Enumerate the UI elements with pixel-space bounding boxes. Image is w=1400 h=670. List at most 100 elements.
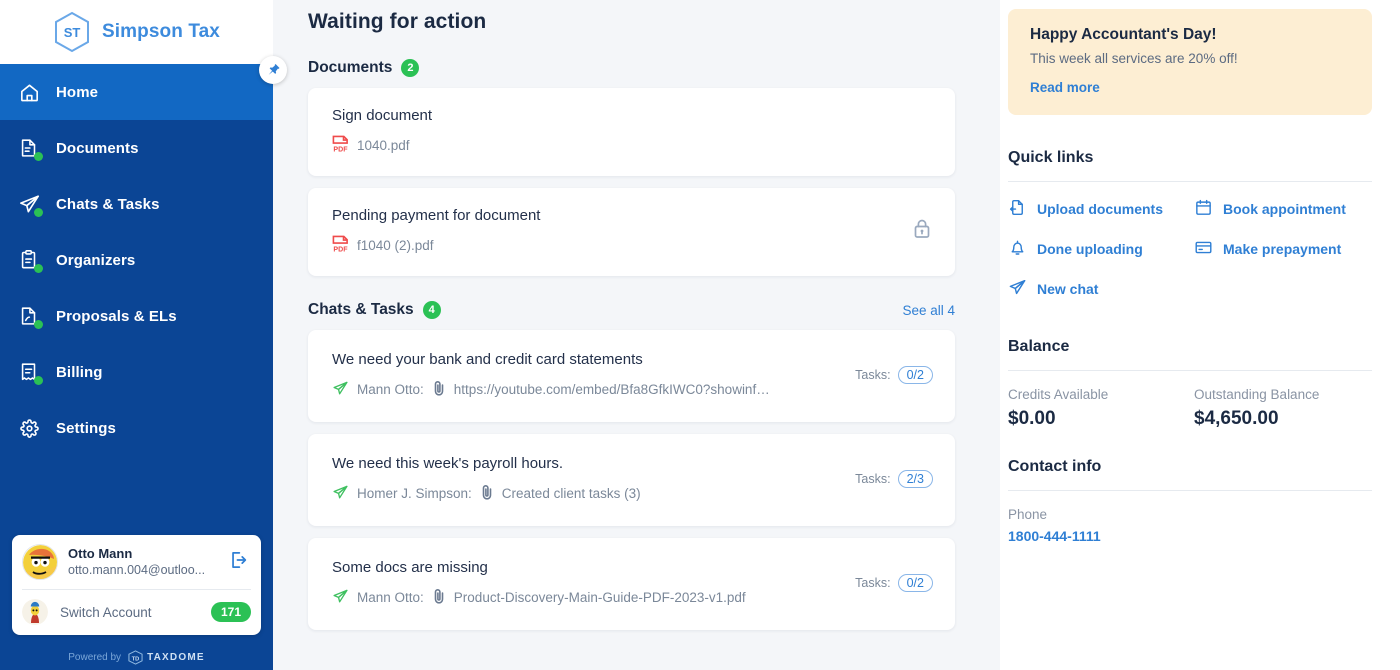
card-body: Some docs are missing Mann Otto: Product… bbox=[332, 558, 837, 607]
home-icon bbox=[16, 79, 42, 105]
document-file-row: PDF f1040 (2).pdf bbox=[332, 235, 897, 256]
sidebar-item-label: Settings bbox=[56, 419, 116, 437]
chat-author: Mann Otto: bbox=[357, 590, 424, 606]
avatar bbox=[22, 544, 58, 580]
sidebar: ST Simpson Tax Home Documents Chats & Ta… bbox=[0, 0, 287, 670]
document-card[interactable]: Sign document PDF 1040.pdf bbox=[308, 88, 955, 176]
card-body: We need this week's payroll hours. Homer… bbox=[332, 454, 837, 503]
avatar bbox=[22, 599, 48, 625]
sidebar-item-label: Chats & Tasks bbox=[56, 195, 160, 213]
outstanding-balance-value: $4,650.00 bbox=[1194, 408, 1279, 429]
chat-card[interactable]: We need your bank and credit card statem… bbox=[308, 330, 955, 422]
sidebar-item-label: Home bbox=[56, 83, 99, 101]
promo-banner: Happy Accountant's Day! This week all se… bbox=[1008, 9, 1372, 115]
proposal-icon bbox=[16, 303, 43, 329]
quick-link-label: Make prepayment bbox=[1223, 241, 1342, 257]
tasks-label: Tasks: bbox=[855, 576, 891, 590]
notification-dot bbox=[34, 320, 43, 329]
sidebar-item-documents[interactable]: Documents bbox=[0, 120, 273, 176]
promo-title: Happy Accountant's Day! bbox=[1030, 26, 1217, 43]
quick-link-done-uploading[interactable]: Done uploading bbox=[1008, 238, 1186, 260]
notification-dot bbox=[34, 208, 43, 217]
outstanding-balance-block: Outstanding Balance $4,650.00 bbox=[1194, 387, 1372, 430]
bell-icon bbox=[1008, 238, 1027, 260]
sidebar-item-label: Billing bbox=[56, 363, 103, 381]
sidebar-item-settings[interactable]: Settings bbox=[0, 400, 273, 456]
tasks-indicator: Tasks: 0/2 bbox=[855, 574, 933, 592]
outstanding-balance-label: Outstanding Balance bbox=[1194, 387, 1320, 402]
credits-available-value: $0.00 bbox=[1008, 408, 1056, 429]
tasks-indicator: Tasks: 2/3 bbox=[855, 470, 933, 488]
account-text: Otto Mann otto.mann.004@outloo... bbox=[68, 546, 217, 579]
phone-value[interactable]: 1800-444-1111 bbox=[1008, 528, 1372, 544]
taxdome-wordmark: TAXDOME bbox=[147, 651, 205, 663]
brand-header[interactable]: ST Simpson Tax bbox=[0, 0, 273, 64]
quick-link-label: Upload documents bbox=[1037, 201, 1164, 217]
card-body: Pending payment for document PDF f1040 (… bbox=[332, 206, 897, 256]
switch-account-row[interactable]: Switch Account 171 bbox=[12, 590, 261, 635]
svg-text:TD: TD bbox=[132, 656, 139, 662]
switch-account-badge: 171 bbox=[210, 602, 251, 622]
documents-count-badge: 2 bbox=[401, 59, 420, 77]
tasks-count: 2/3 bbox=[897, 470, 933, 488]
document-title: Sign document bbox=[332, 106, 433, 124]
see-all-link[interactable]: See all 4 bbox=[902, 303, 955, 318]
quick-link-make-prepayment[interactable]: Make prepayment bbox=[1194, 238, 1372, 260]
chat-author: Mann Otto: bbox=[357, 382, 424, 398]
paper-plane-icon bbox=[332, 588, 349, 608]
chat-message: Created client tasks (3) bbox=[501, 486, 641, 502]
read-more-link[interactable]: Read more bbox=[1030, 80, 1352, 95]
tasks-indicator: Tasks: 0/2 bbox=[855, 366, 933, 384]
pin-icon[interactable] bbox=[259, 56, 287, 84]
paperclip-icon bbox=[480, 484, 494, 503]
balance-grid: Credits Available $0.00 Outstanding Bala… bbox=[1008, 387, 1372, 430]
account-card: Otto Mann otto.mann.004@outloo... Switch… bbox=[12, 535, 261, 635]
svg-text:PDF: PDF bbox=[333, 246, 348, 253]
sidebar-item-proposals-els[interactable]: Proposals & ELs bbox=[0, 288, 273, 344]
brand-logo-icon: ST bbox=[53, 11, 91, 53]
quick-link-upload-documents[interactable]: Upload documents bbox=[1008, 198, 1186, 220]
sidebar-item-chats-tasks[interactable]: Chats & Tasks bbox=[0, 176, 273, 232]
quick-link-label: Book appointment bbox=[1223, 201, 1346, 217]
notification-dot bbox=[34, 376, 43, 385]
quick-link-label: Done uploading bbox=[1037, 241, 1143, 257]
account-row[interactable]: Otto Mann otto.mann.004@outloo... bbox=[12, 535, 261, 589]
chat-author: Homer J. Simpson: bbox=[357, 486, 472, 502]
pdf-icon: PDF bbox=[332, 235, 349, 256]
quick-link-book-appointment[interactable]: Book appointment bbox=[1194, 198, 1372, 220]
card-body: Sign document PDF 1040.pdf bbox=[332, 106, 933, 156]
paper-plane-icon bbox=[332, 380, 349, 400]
paper-plane-icon bbox=[16, 191, 43, 217]
sidebar-item-label: Proposals & ELs bbox=[56, 307, 177, 325]
chat-preview-row: Mann Otto: https://youtube.com/embed/Bfa… bbox=[332, 380, 837, 400]
sidebar-item-organizers[interactable]: Organizers bbox=[0, 232, 273, 288]
chat-title: We need this week's payroll hours. bbox=[332, 455, 564, 473]
quick-link-new-chat[interactable]: New chat bbox=[1008, 278, 1186, 300]
promo-text: This week all services are 20% off! bbox=[1030, 51, 1238, 66]
section-title: Chats & Tasks bbox=[308, 301, 414, 318]
svg-text:PDF: PDF bbox=[333, 146, 348, 153]
pdf-icon: PDF bbox=[332, 135, 349, 156]
document-card[interactable]: Pending payment for document PDF f1040 (… bbox=[308, 188, 955, 276]
chat-card[interactable]: We need this week's payroll hours. Homer… bbox=[308, 434, 955, 526]
document-title: Pending payment for document bbox=[332, 206, 541, 224]
app-root: ST Simpson Tax Home Documents Chats & Ta… bbox=[0, 0, 1400, 670]
quick-link-label: New chat bbox=[1037, 281, 1099, 297]
main-content: Waiting for action Documents 2 Sign docu… bbox=[273, 0, 1000, 670]
sidebar-item-home[interactable]: Home bbox=[0, 64, 273, 120]
phone-label: Phone bbox=[1008, 507, 1048, 522]
sidebar-nav: Home Documents Chats & Tasks Organizers … bbox=[0, 64, 273, 456]
paper-plane-icon bbox=[1008, 278, 1027, 300]
tasks-label: Tasks: bbox=[855, 368, 891, 382]
section-title: Documents bbox=[308, 59, 393, 76]
chat-card[interactable]: Some docs are missing Mann Otto: Product… bbox=[308, 538, 955, 630]
chats-count-badge: 4 bbox=[422, 301, 441, 319]
logout-icon[interactable] bbox=[227, 549, 251, 576]
document-file-name: f1040 (2).pdf bbox=[357, 238, 434, 254]
brand-name: Simpson Tax bbox=[102, 21, 220, 42]
gear-icon bbox=[16, 415, 42, 441]
documents-icon bbox=[16, 135, 43, 161]
sidebar-item-billing[interactable]: Billing bbox=[0, 344, 273, 400]
calendar-icon bbox=[1194, 198, 1213, 220]
quick-links-title: Quick links bbox=[1008, 149, 1094, 166]
